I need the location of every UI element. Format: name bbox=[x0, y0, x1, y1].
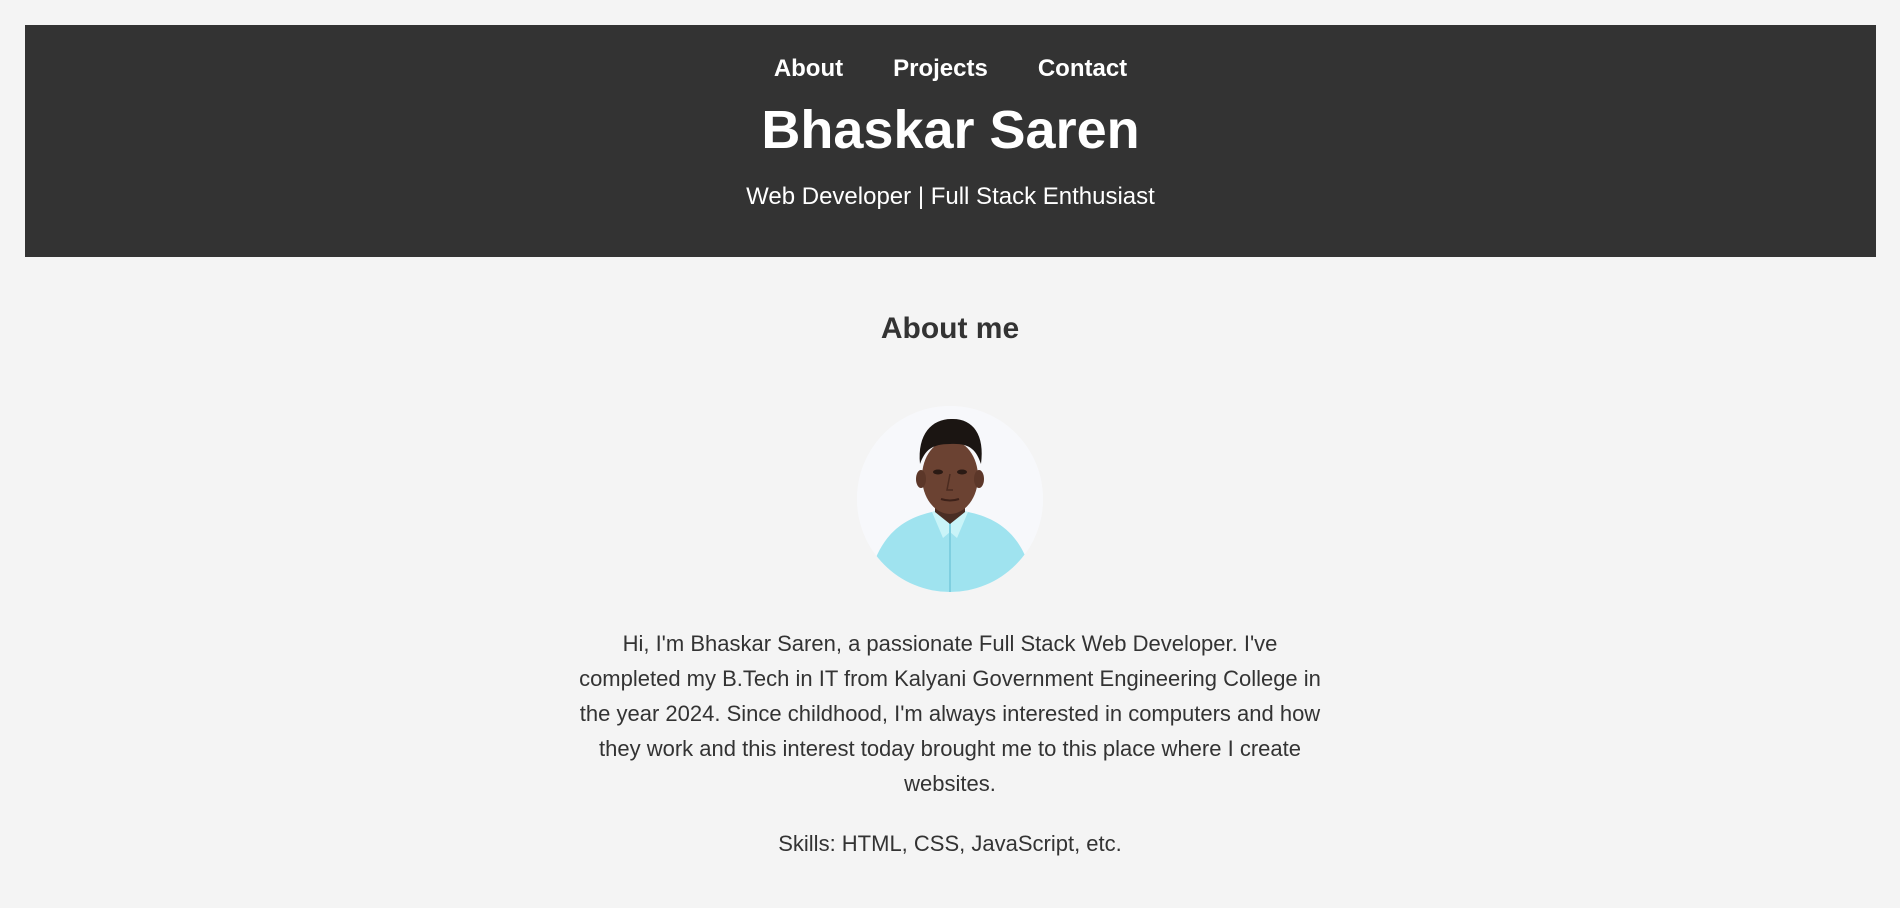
avatar bbox=[857, 406, 1043, 592]
skills-text: Skills: HTML, CSS, JavaScript, etc. bbox=[778, 831, 1122, 856]
page: About Projects Contact Bhaskar Saren Web… bbox=[0, 0, 1900, 908]
nav-link-about[interactable]: About bbox=[774, 55, 843, 83]
profile-photo-icon bbox=[857, 406, 1043, 592]
nav-link-contact[interactable]: Contact bbox=[1038, 55, 1127, 83]
bio-text: Hi, I'm Bhaskar Saren, a passionate Full… bbox=[579, 631, 1321, 796]
site-header: About Projects Contact Bhaskar Saren Web… bbox=[25, 25, 1876, 257]
tagline: Web Developer | Full Stack Enthusiast bbox=[746, 183, 1155, 210]
nav-link-projects[interactable]: Projects bbox=[893, 55, 988, 83]
site-title: Bhaskar Saren bbox=[761, 100, 1140, 160]
about-heading: About me bbox=[880, 312, 1020, 345]
main-nav: About Projects Contact bbox=[25, 55, 1876, 83]
